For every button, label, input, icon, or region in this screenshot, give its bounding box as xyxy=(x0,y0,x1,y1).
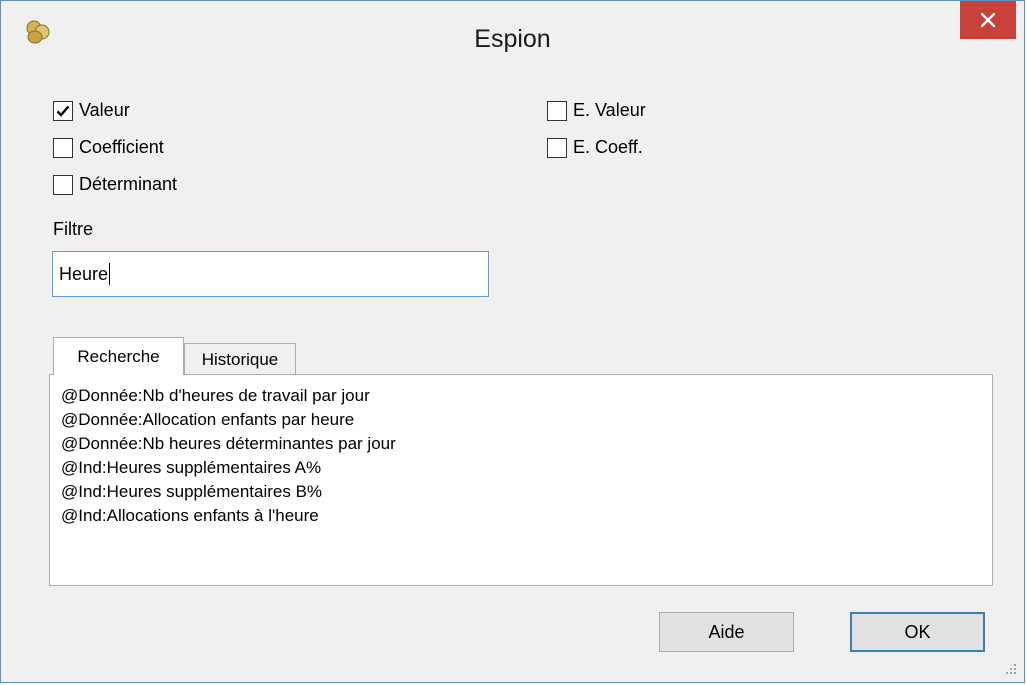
ok-button[interactable]: OK xyxy=(850,612,985,652)
resize-grip-icon[interactable] xyxy=(1004,662,1018,676)
espion-dialog: Espion Valeur Coefficient Déterminant E.… xyxy=(0,0,1025,683)
tab-recherche[interactable]: Recherche xyxy=(53,337,184,375)
window-title: Espion xyxy=(474,25,551,53)
filter-value: Heure xyxy=(59,263,109,284)
title-bar[interactable]: Espion xyxy=(1,1,1024,79)
checkmark-icon xyxy=(56,105,70,117)
coefficient-label: Coefficient xyxy=(79,137,164,157)
option-valeur[interactable]: Valeur xyxy=(53,100,130,121)
determinant-label: Déterminant xyxy=(79,174,178,194)
aide-button[interactable]: Aide xyxy=(659,612,794,652)
text-caret xyxy=(109,263,111,285)
e-valeur-label: E. Valeur xyxy=(573,100,646,120)
results-list: @Donnée:Nb d'heures de travail par jour … xyxy=(61,384,396,528)
tab-historique[interactable]: Historique xyxy=(184,343,296,375)
option-e-coeff[interactable]: E. Coeff. xyxy=(547,137,643,158)
list-item[interactable]: @Ind:Heures supplémentaires B% xyxy=(61,480,396,504)
determinant-checkbox[interactable] xyxy=(53,174,73,195)
valeur-checkbox[interactable] xyxy=(53,100,73,121)
list-item[interactable]: @Donnée:Nb heures déterminantes par jour xyxy=(61,432,396,456)
option-coefficient[interactable]: Coefficient xyxy=(53,137,164,158)
e-coeff-label: E. Coeff. xyxy=(573,137,643,157)
list-item[interactable]: @Donnée:Allocation enfants par heure xyxy=(61,408,396,432)
list-item[interactable]: @Ind:Heures supplémentaires A% xyxy=(61,456,396,480)
list-item[interactable]: @Donnée:Nb d'heures de travail par jour xyxy=(61,384,396,408)
list-item[interactable]: @Ind:Allocations enfants à l'heure xyxy=(61,504,396,528)
valeur-label: Valeur xyxy=(79,100,130,120)
e-coeff-checkbox[interactable] xyxy=(547,137,567,158)
filter-input[interactable]: Heure xyxy=(52,251,489,297)
coefficient-checkbox[interactable] xyxy=(53,137,73,158)
option-determinant[interactable]: Déterminant xyxy=(53,174,177,195)
filter-label: Filtre xyxy=(53,219,93,239)
option-e-valeur[interactable]: E. Valeur xyxy=(547,100,646,121)
e-valeur-checkbox[interactable] xyxy=(547,100,567,121)
close-icon xyxy=(980,12,996,28)
close-button[interactable] xyxy=(960,1,1016,39)
